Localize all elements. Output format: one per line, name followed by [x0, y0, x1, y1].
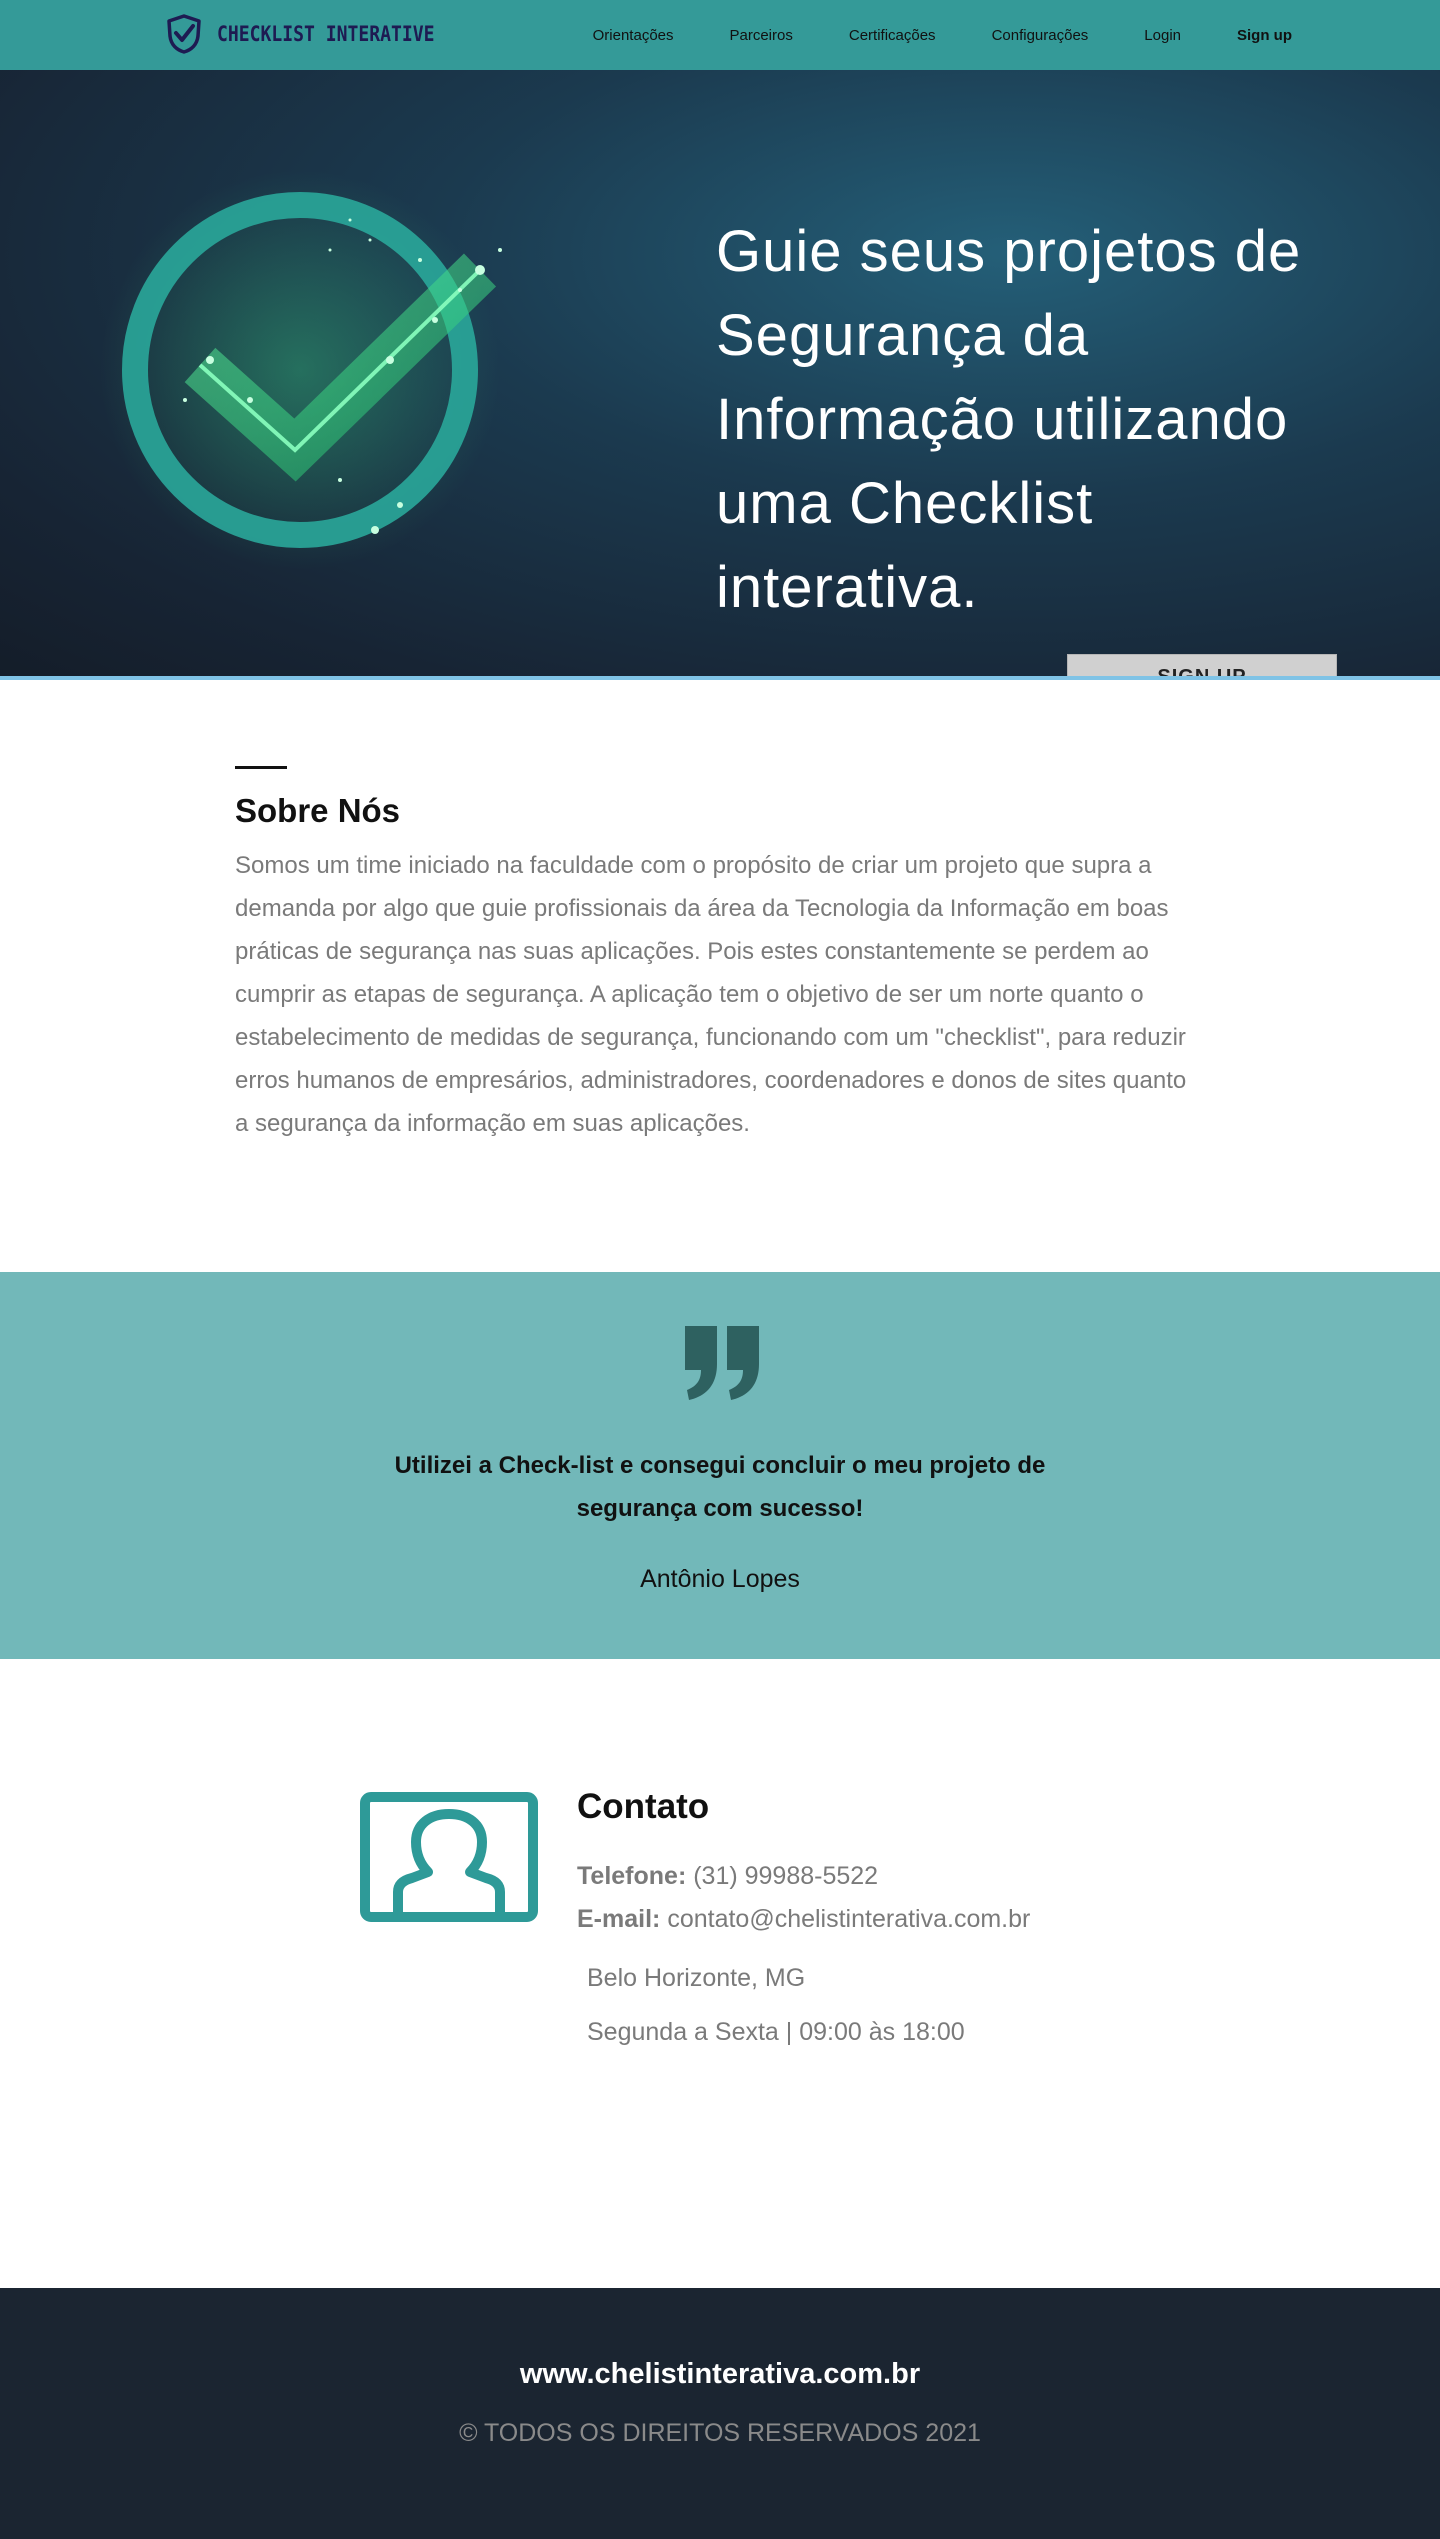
quote-icon [685, 1326, 759, 1400]
testimonial-quote: Utilizei a Check-list e consegui conclui… [394, 1452, 1046, 1522]
section-divider [235, 766, 287, 769]
email-value[interactable]: contato@chelistinterativa.com.br [667, 1905, 1030, 1933]
contact-email: E-mail: contato@chelistinterativa.com.br [577, 1905, 1030, 1934]
contact-title: Contato [577, 1787, 710, 1826]
about-section: Sobre Nós Somos um time iniciado na facu… [0, 680, 1440, 1272]
about-title: Sobre Nós [235, 792, 401, 829]
testimonial-section: Utilizei a Check-list e consegui conclui… [0, 1272, 1440, 1659]
nav-link-login[interactable]: Login [1144, 27, 1181, 44]
nav-link-orientacoes[interactable]: Orientações [593, 27, 674, 44]
nav-links: Orientações Parceiros Certificações Conf… [593, 0, 1292, 70]
brand-name: CHECKLIST INTERATIVE [217, 22, 435, 46]
phone-value[interactable]: (31) 99988-5522 [693, 1862, 878, 1890]
about-text: Somos um time iniciado na faculdade com … [235, 852, 1187, 1137]
contact-person-icon [360, 1792, 538, 1922]
brand-logo[interactable]: CHECKLIST INTERATIVE [165, 14, 470, 54]
contact-hours: Segunda a Sexta | 09:00 às 18:00 [587, 2018, 965, 2046]
footer-copyright: © TODOS OS DIREITOS RESERVADOS 2021 [459, 2419, 981, 2447]
email-label: E-mail: [577, 1905, 661, 1933]
contact-section: Contato Telefone: (31) 99988-5522 E-mail… [0, 1659, 1440, 2288]
top-navbar: CHECKLIST INTERATIVE Orientações Parceir… [0, 0, 1440, 70]
testimonial-author: Antônio Lopes [640, 1565, 800, 1593]
page-footer: www.chelistinterativa.com.br © TODOS OS … [0, 2288, 1440, 2539]
contact-location: Belo Horizonte, MG [587, 1964, 806, 1992]
contact-phone: Telefone: (31) 99988-5522 [577, 1862, 878, 1891]
footer-url-link[interactable]: www.chelistinterativa.com.br [0, 2358, 1440, 2391]
nav-link-parceiros[interactable]: Parceiros [730, 27, 793, 44]
nav-link-configuracoes[interactable]: Configurações [992, 27, 1089, 44]
nav-link-certificacoes[interactable]: Certificações [849, 27, 936, 44]
checkmark-circle-illustration [100, 170, 502, 570]
shield-check-icon [167, 14, 201, 54]
hero-signup-button[interactable]: SIGN UP [1067, 654, 1337, 680]
hero-banner: Guie seus projetos de Segurança da Infor… [0, 70, 1440, 680]
nav-link-signup[interactable]: Sign up [1237, 27, 1292, 44]
hero-title: Guie seus projetos de Segurança da Infor… [716, 219, 1302, 620]
phone-label: Telefone: [577, 1862, 687, 1890]
